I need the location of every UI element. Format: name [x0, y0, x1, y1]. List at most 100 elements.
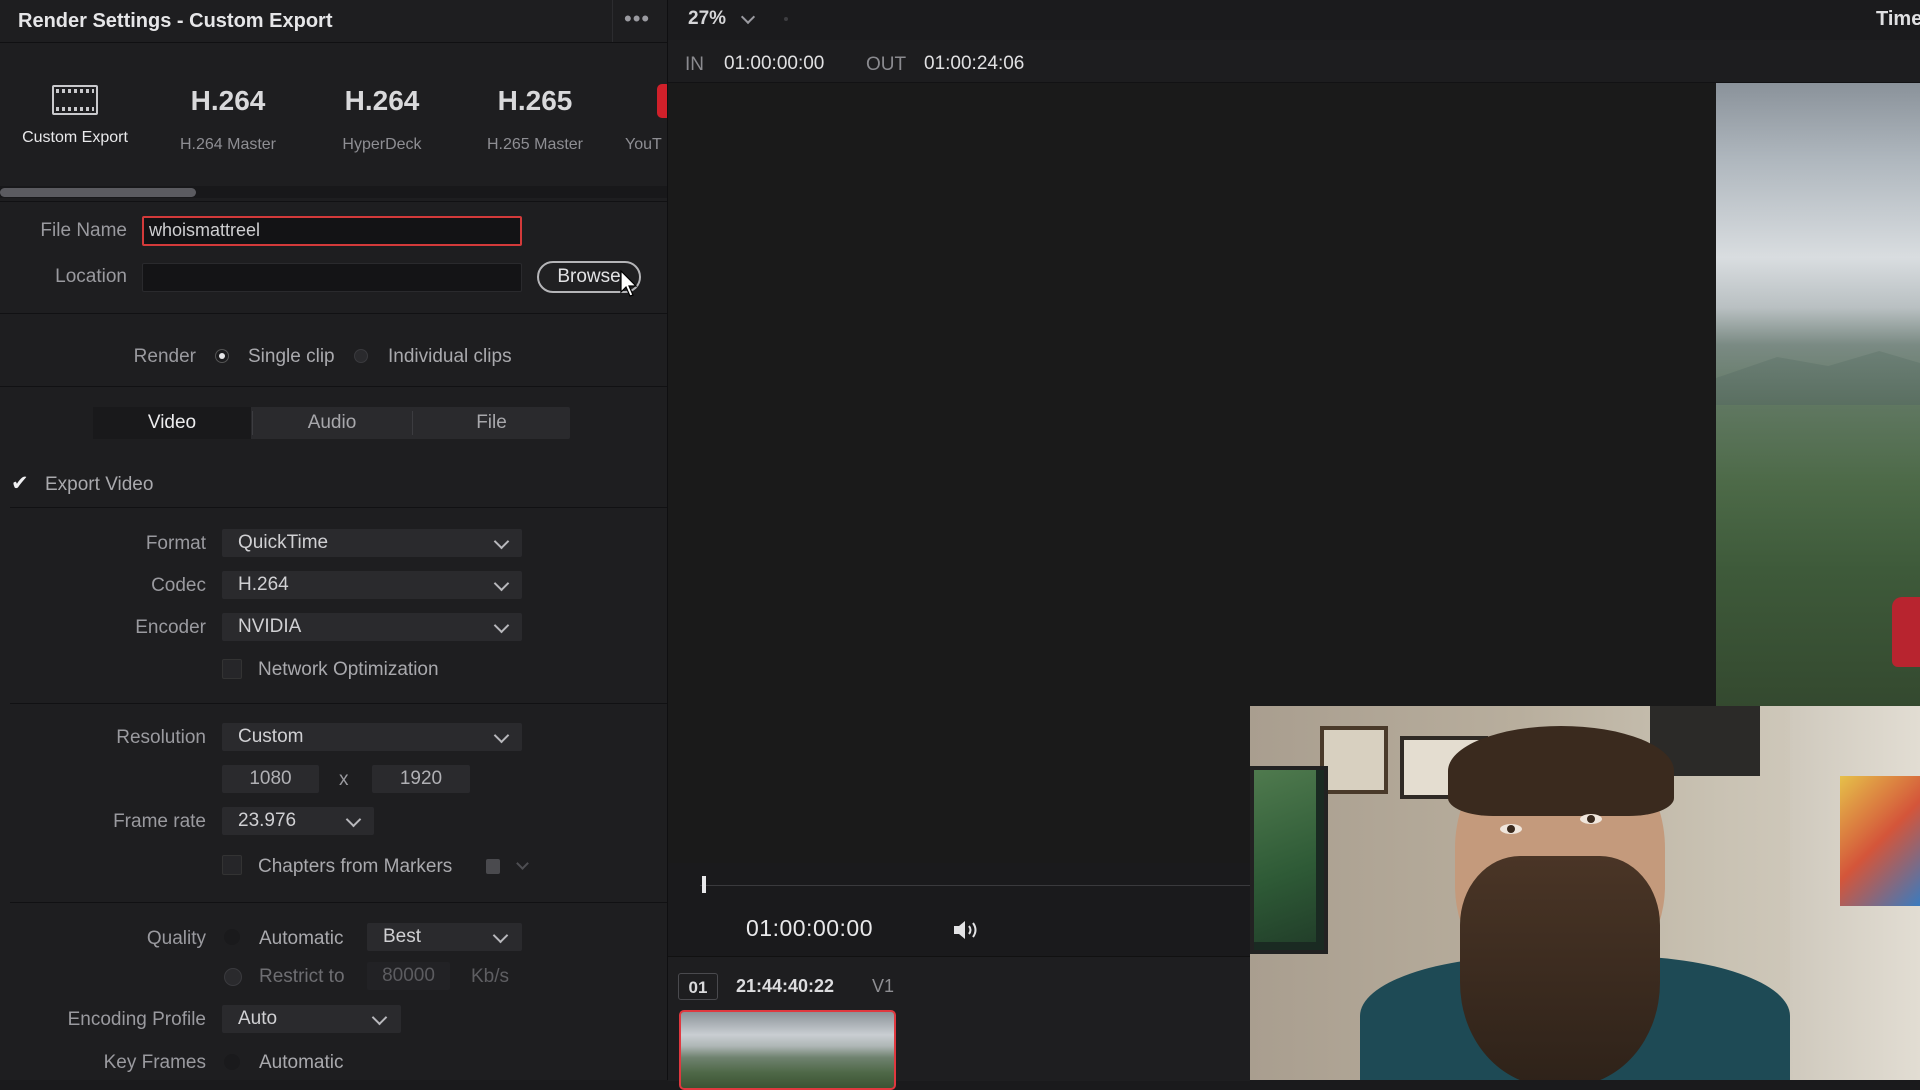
in-out-bar — [668, 40, 1920, 83]
separator — [0, 201, 667, 202]
key-frames-automatic-label[interactable]: Automatic — [259, 1052, 343, 1074]
scrubber-track[interactable] — [700, 885, 1250, 886]
quality-value: Best — [383, 926, 422, 947]
preview-person — [1892, 597, 1920, 667]
restrict-to-label[interactable]: Restrict to — [259, 966, 345, 988]
render-settings-panel: Render Settings - Custom Export ••• Cust… — [0, 0, 667, 1080]
codec-value: H.264 — [238, 574, 289, 595]
marker-color-swatch[interactable] — [486, 859, 500, 874]
quality-label: Quality — [146, 928, 206, 949]
webcam-poster — [1840, 776, 1920, 906]
webcam-person-eye — [1500, 824, 1522, 834]
encoding-profile-select[interactable]: Auto — [222, 1005, 401, 1033]
export-video-checkbox[interactable]: ✔ — [10, 473, 30, 494]
preset-label: HyperDeck — [342, 136, 422, 153]
resolution-value: Custom — [238, 726, 304, 747]
panel-title: Render Settings - Custom Export — [18, 10, 333, 32]
in-label: IN — [685, 54, 704, 75]
zoom-level[interactable]: 27% — [688, 8, 726, 30]
resolution-select[interactable]: Custom — [222, 723, 522, 751]
resolution-x-label: x — [339, 769, 349, 790]
format-select[interactable]: QuickTime — [222, 529, 522, 557]
chevron-down-icon — [493, 617, 510, 634]
file-name-input[interactable]: whoismattreel — [142, 216, 522, 246]
format-label: Format — [145, 533, 206, 554]
separator — [0, 313, 667, 314]
preset-youtube[interactable]: YouT — [625, 136, 662, 154]
chevron-down-icon — [371, 1009, 388, 1026]
resolution-width-input[interactable]: 1080 — [222, 765, 319, 793]
clip-number: 01 — [678, 973, 718, 1000]
chevron-down-icon — [345, 811, 362, 828]
location-input[interactable] — [142, 263, 522, 292]
preset-h265-master[interactable]: H.265 H.265 Master — [460, 80, 610, 154]
tab-audio[interactable]: Audio — [253, 407, 411, 439]
settings-tabbar: Video Audio File — [93, 407, 570, 439]
quality-automatic-label[interactable]: Automatic — [259, 928, 343, 950]
preset-label: Custom Export — [22, 129, 128, 146]
film-strip-icon — [52, 85, 98, 115]
marker-color-chevron-icon[interactable] — [516, 857, 529, 870]
restrict-to-input[interactable]: 80000 — [367, 962, 450, 990]
key-frames-automatic-radio[interactable] — [224, 1054, 240, 1070]
playhead[interactable] — [702, 876, 706, 893]
encoder-label: Encoder — [135, 617, 206, 638]
codec-label: Codec — [151, 575, 206, 596]
chapters-from-markers-checkbox[interactable] — [222, 855, 242, 875]
header-divider — [612, 0, 613, 42]
clip-thumbnail[interactable] — [679, 1010, 896, 1090]
frame-rate-value: 23.976 — [238, 810, 297, 831]
location-label: Location — [55, 266, 127, 287]
in-timecode[interactable]: 01:00:00:00 — [724, 53, 824, 75]
restrict-to-radio[interactable] — [224, 968, 242, 986]
render-label: Render — [133, 346, 196, 367]
individual-clips-radio[interactable] — [354, 349, 368, 363]
codec-select[interactable]: H.264 — [222, 571, 522, 599]
preset-hyperdeck[interactable]: H.264 HyperDeck — [307, 80, 457, 154]
separator — [0, 386, 667, 387]
viewer-options-dot[interactable] — [784, 17, 788, 21]
out-timecode[interactable]: 01:00:24:06 — [924, 53, 1024, 75]
preset-label: H.264 Master — [179, 136, 277, 153]
restrict-unit-label: Kb/s — [471, 966, 510, 987]
webcam-person-hair — [1448, 726, 1674, 816]
quality-select[interactable]: Best — [367, 923, 522, 951]
preset-h264-master[interactable]: H.264 H.264 Master — [153, 80, 303, 154]
preset-custom-export[interactable]: Custom Export — [0, 80, 150, 147]
resolution-height-input[interactable]: 1920 — [372, 765, 470, 793]
key-frames-label: Key Frames — [103, 1052, 206, 1073]
clip-timecode: 21:44:40:22 — [736, 976, 835, 996]
chevron-down-icon — [493, 727, 510, 744]
individual-clips-label[interactable]: Individual clips — [388, 346, 512, 368]
network-optimization-checkbox[interactable] — [222, 659, 242, 679]
chevron-down-icon — [493, 575, 510, 592]
out-label: OUT — [866, 54, 907, 75]
tab-video[interactable]: Video — [93, 407, 251, 439]
single-clip-label[interactable]: Single clip — [248, 346, 335, 368]
tab-file[interactable]: File — [413, 407, 570, 439]
separator — [10, 902, 667, 903]
encoder-value: NVIDIA — [238, 616, 302, 637]
network-optimization-label: Network Optimization — [258, 659, 439, 680]
webcam-monitor-screen — [1254, 770, 1316, 942]
webcam-frame — [1320, 726, 1388, 794]
encoding-profile-label: Encoding Profile — [67, 1009, 206, 1030]
separator — [10, 507, 667, 508]
resolution-label: Resolution — [116, 727, 206, 748]
webcam-overlay — [1250, 706, 1920, 1080]
speaker-icon[interactable] — [952, 918, 982, 942]
current-timecode: 01:00:00:00 — [746, 915, 874, 941]
header-separator — [0, 42, 667, 43]
preset-codec: H.264 — [190, 85, 266, 116]
quality-automatic-radio[interactable] — [224, 929, 240, 945]
file-name-label: File Name — [40, 220, 127, 241]
youtube-logo-icon — [657, 84, 667, 118]
frame-rate-select[interactable]: 23.976 — [222, 807, 374, 835]
preset-scroll-thumb[interactable] — [0, 188, 196, 197]
mouse-cursor-icon — [620, 270, 638, 297]
encoder-select[interactable]: NVIDIA — [222, 613, 522, 641]
single-clip-radio[interactable] — [215, 349, 229, 363]
more-options-icon[interactable]: ••• — [624, 6, 650, 32]
clip-track: V1 — [872, 976, 895, 996]
frame-rate-label: Frame rate — [113, 811, 206, 832]
